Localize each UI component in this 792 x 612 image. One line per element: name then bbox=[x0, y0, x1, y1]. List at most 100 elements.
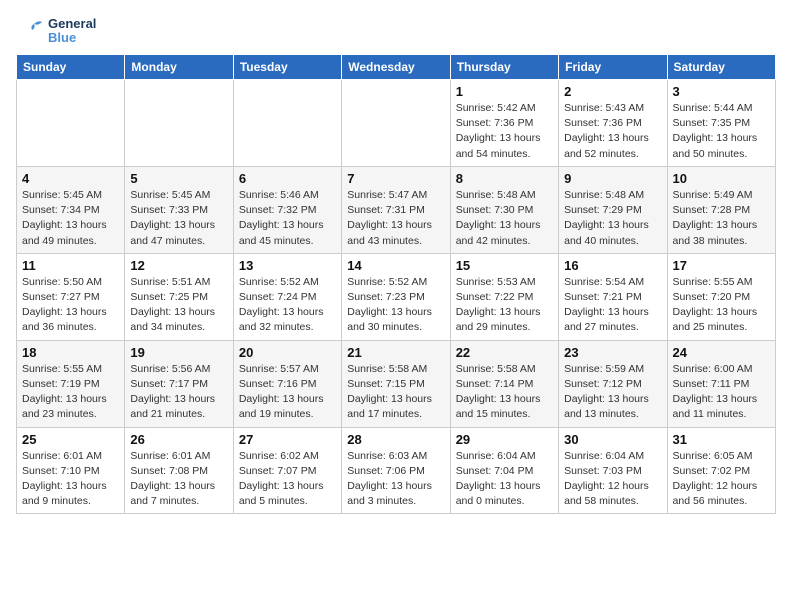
calendar-cell: 5 Sunrise: 5:45 AMSunset: 7:33 PMDaylight… bbox=[125, 166, 233, 253]
calendar-cell: 12 Sunrise: 5:51 AMSunset: 7:25 PMDayligh… bbox=[125, 253, 233, 340]
day-number: 15 bbox=[456, 258, 553, 273]
day-info: Sunrise: 5:55 AMSunset: 7:19 PMDaylight:… bbox=[22, 362, 119, 423]
calendar-cell: 15 Sunrise: 5:53 AMSunset: 7:22 PMDayligh… bbox=[450, 253, 558, 340]
day-number: 24 bbox=[673, 345, 770, 360]
day-info: Sunrise: 5:42 AMSunset: 7:36 PMDaylight:… bbox=[456, 101, 553, 162]
day-number: 21 bbox=[347, 345, 444, 360]
weekday-header: Tuesday bbox=[233, 55, 341, 80]
day-number: 25 bbox=[22, 432, 119, 447]
day-info: Sunrise: 5:44 AMSunset: 7:35 PMDaylight:… bbox=[673, 101, 770, 162]
day-info: Sunrise: 5:43 AMSunset: 7:36 PMDaylight:… bbox=[564, 101, 661, 162]
weekday-header: Sunday bbox=[17, 55, 125, 80]
calendar-week-row: 4Sunrise: 5:45 AMSunset: 7:34 PMDaylight… bbox=[17, 166, 776, 253]
day-info: Sunrise: 5:55 AMSunset: 7:20 PMDaylight:… bbox=[673, 275, 770, 336]
day-info: Sunrise: 5:50 AMSunset: 7:27 PMDaylight:… bbox=[22, 275, 119, 336]
calendar-week-row: 11 Sunrise: 5:50 AMSunset: 7:27 PMDayligh… bbox=[17, 253, 776, 340]
day-number: 20 bbox=[239, 345, 336, 360]
day-number: 8 bbox=[456, 171, 553, 186]
day-info: Sunrise: 6:04 AMSunset: 7:03 PMDaylight:… bbox=[564, 449, 661, 510]
weekday-header: Wednesday bbox=[342, 55, 450, 80]
calendar-cell: 8 Sunrise: 5:48 AMSunset: 7:30 PMDaylight… bbox=[450, 166, 558, 253]
logo-bird-icon bbox=[16, 16, 46, 46]
day-number: 12 bbox=[130, 258, 227, 273]
calendar-cell: 31 Sunrise: 6:05 AMSunset: 7:02 PMDayligh… bbox=[667, 427, 775, 514]
day-info: Sunrise: 5:59 AMSunset: 7:12 PMDaylight:… bbox=[564, 362, 661, 423]
day-info: Sunrise: 5:48 AMSunset: 7:29 PMDaylight:… bbox=[564, 188, 661, 249]
calendar-cell: 25Sunrise: 6:01 AMSunset: 7:10 PMDayligh… bbox=[17, 427, 125, 514]
day-number: 11 bbox=[22, 258, 119, 273]
day-number: 31 bbox=[673, 432, 770, 447]
day-info: Sunrise: 5:52 AMSunset: 7:23 PMDaylight:… bbox=[347, 275, 444, 336]
calendar-cell: 10 Sunrise: 5:49 AMSunset: 7:28 PMDayligh… bbox=[667, 166, 775, 253]
calendar-cell bbox=[342, 80, 450, 167]
calendar-cell: 26Sunrise: 6:01 AMSunset: 7:08 PMDayligh… bbox=[125, 427, 233, 514]
calendar-cell: 14 Sunrise: 5:52 AMSunset: 7:23 PMDayligh… bbox=[342, 253, 450, 340]
day-info: Sunrise: 5:48 AMSunset: 7:30 PMDaylight:… bbox=[456, 188, 553, 249]
day-info: Sunrise: 5:45 AMSunset: 7:33 PMDaylight:… bbox=[130, 188, 227, 249]
day-number: 10 bbox=[673, 171, 770, 186]
day-info: Sunrise: 5:47 AMSunset: 7:31 PMDaylight:… bbox=[347, 188, 444, 249]
calendar-cell: 2 Sunrise: 5:43 AMSunset: 7:36 PMDaylight… bbox=[559, 80, 667, 167]
logo: General Blue bbox=[16, 16, 96, 46]
weekday-header: Monday bbox=[125, 55, 233, 80]
day-info: Sunrise: 5:52 AMSunset: 7:24 PMDaylight:… bbox=[239, 275, 336, 336]
day-number: 18 bbox=[22, 345, 119, 360]
day-info: Sunrise: 5:49 AMSunset: 7:28 PMDaylight:… bbox=[673, 188, 770, 249]
logo-text: General Blue bbox=[48, 17, 96, 46]
calendar-week-row: 25Sunrise: 6:01 AMSunset: 7:10 PMDayligh… bbox=[17, 427, 776, 514]
calendar-cell: 17Sunrise: 5:55 AMSunset: 7:20 PMDayligh… bbox=[667, 253, 775, 340]
calendar-cell bbox=[125, 80, 233, 167]
day-info: Sunrise: 5:58 AMSunset: 7:14 PMDaylight:… bbox=[456, 362, 553, 423]
day-info: Sunrise: 5:57 AMSunset: 7:16 PMDaylight:… bbox=[239, 362, 336, 423]
calendar-cell: 23 Sunrise: 5:59 AMSunset: 7:12 PMDayligh… bbox=[559, 340, 667, 427]
calendar-cell: 29Sunrise: 6:04 AMSunset: 7:04 PMDayligh… bbox=[450, 427, 558, 514]
calendar-cell: 27 Sunrise: 6:02 AMSunset: 7:07 PMDayligh… bbox=[233, 427, 341, 514]
calendar-cell: 1 Sunrise: 5:42 AMSunset: 7:36 PMDaylight… bbox=[450, 80, 558, 167]
calendar-cell: 20 Sunrise: 5:57 AMSunset: 7:16 PMDayligh… bbox=[233, 340, 341, 427]
calendar-cell: 28Sunrise: 6:03 AMSunset: 7:06 PMDayligh… bbox=[342, 427, 450, 514]
calendar-cell: 6 Sunrise: 5:46 AMSunset: 7:32 PMDaylight… bbox=[233, 166, 341, 253]
day-number: 19 bbox=[130, 345, 227, 360]
day-info: Sunrise: 6:02 AMSunset: 7:07 PMDaylight:… bbox=[239, 449, 336, 510]
calendar-cell: 11 Sunrise: 5:50 AMSunset: 7:27 PMDayligh… bbox=[17, 253, 125, 340]
weekday-header: Thursday bbox=[450, 55, 558, 80]
calendar-cell bbox=[17, 80, 125, 167]
day-info: Sunrise: 5:53 AMSunset: 7:22 PMDaylight:… bbox=[456, 275, 553, 336]
day-info: Sunrise: 6:05 AMSunset: 7:02 PMDaylight:… bbox=[673, 449, 770, 510]
day-number: 2 bbox=[564, 84, 661, 99]
day-number: 16 bbox=[564, 258, 661, 273]
day-number: 29 bbox=[456, 432, 553, 447]
calendar-week-row: 18 Sunrise: 5:55 AMSunset: 7:19 PMDayligh… bbox=[17, 340, 776, 427]
day-number: 3 bbox=[673, 84, 770, 99]
calendar-cell: 3 Sunrise: 5:44 AMSunset: 7:35 PMDaylight… bbox=[667, 80, 775, 167]
calendar-cell: 22 Sunrise: 5:58 AMSunset: 7:14 PMDayligh… bbox=[450, 340, 558, 427]
day-info: Sunrise: 5:46 AMSunset: 7:32 PMDaylight:… bbox=[239, 188, 336, 249]
weekday-header: Saturday bbox=[667, 55, 775, 80]
day-number: 14 bbox=[347, 258, 444, 273]
day-info: Sunrise: 5:56 AMSunset: 7:17 PMDaylight:… bbox=[130, 362, 227, 423]
day-number: 5 bbox=[130, 171, 227, 186]
day-number: 7 bbox=[347, 171, 444, 186]
day-number: 9 bbox=[564, 171, 661, 186]
day-number: 22 bbox=[456, 345, 553, 360]
day-number: 27 bbox=[239, 432, 336, 447]
calendar-cell: 19 Sunrise: 5:56 AMSunset: 7:17 PMDayligh… bbox=[125, 340, 233, 427]
calendar-cell: 9 Sunrise: 5:48 AMSunset: 7:29 PMDaylight… bbox=[559, 166, 667, 253]
day-info: Sunrise: 6:01 AMSunset: 7:08 PMDaylight:… bbox=[130, 449, 227, 510]
day-info: Sunrise: 5:54 AMSunset: 7:21 PMDaylight:… bbox=[564, 275, 661, 336]
calendar-cell: 4Sunrise: 5:45 AMSunset: 7:34 PMDaylight… bbox=[17, 166, 125, 253]
calendar-week-row: 1 Sunrise: 5:42 AMSunset: 7:36 PMDaylight… bbox=[17, 80, 776, 167]
calendar-table: SundayMondayTuesdayWednesdayThursdayFrid… bbox=[16, 54, 776, 514]
day-number: 6 bbox=[239, 171, 336, 186]
day-info: Sunrise: 6:03 AMSunset: 7:06 PMDaylight:… bbox=[347, 449, 444, 510]
day-info: Sunrise: 5:58 AMSunset: 7:15 PMDaylight:… bbox=[347, 362, 444, 423]
day-number: 4 bbox=[22, 171, 119, 186]
day-info: Sunrise: 5:51 AMSunset: 7:25 PMDaylight:… bbox=[130, 275, 227, 336]
calendar-cell: 24Sunrise: 6:00 AMSunset: 7:11 PMDayligh… bbox=[667, 340, 775, 427]
day-number: 23 bbox=[564, 345, 661, 360]
calendar-cell: 7 Sunrise: 5:47 AMSunset: 7:31 PMDaylight… bbox=[342, 166, 450, 253]
calendar-cell: 30Sunrise: 6:04 AMSunset: 7:03 PMDayligh… bbox=[559, 427, 667, 514]
day-number: 1 bbox=[456, 84, 553, 99]
day-number: 13 bbox=[239, 258, 336, 273]
calendar-cell: 18 Sunrise: 5:55 AMSunset: 7:19 PMDayligh… bbox=[17, 340, 125, 427]
